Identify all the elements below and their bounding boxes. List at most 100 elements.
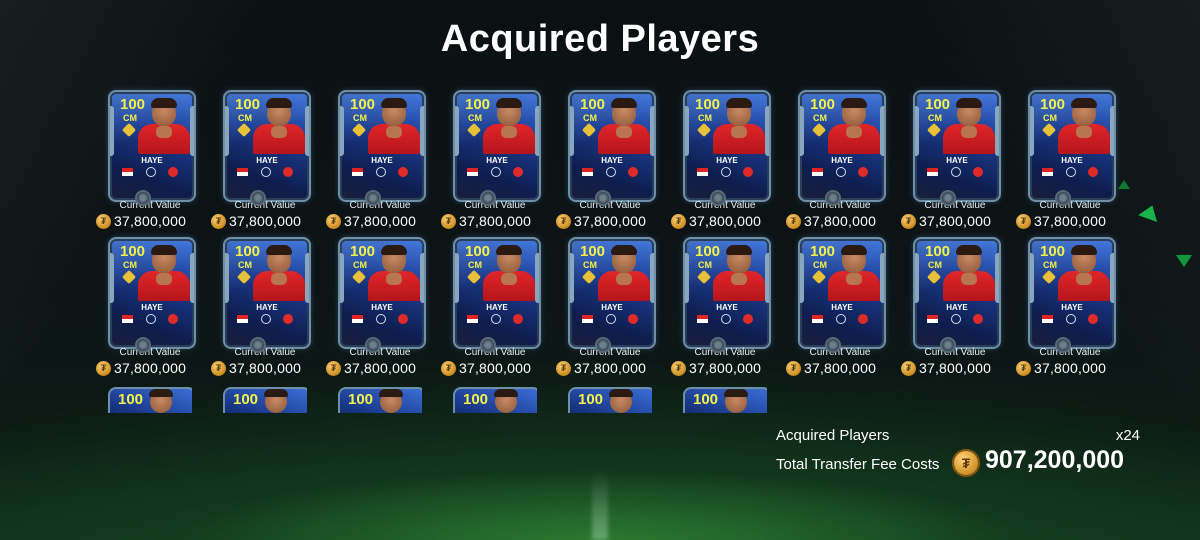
player-position: CM bbox=[468, 113, 482, 123]
player-rating: 100 bbox=[693, 391, 719, 408]
league-icon bbox=[1066, 314, 1076, 324]
card-base-icon bbox=[365, 190, 381, 206]
player-card-item[interactable]: 100 CM HAYE Current Value ₮ 37,800,000 bbox=[211, 90, 323, 240]
player-card-partial[interactable]: 100 bbox=[568, 387, 652, 413]
coin-icon: ₮ bbox=[326, 360, 341, 376]
player-rating: 100 bbox=[350, 96, 376, 113]
flag-icon bbox=[467, 315, 478, 323]
player-card[interactable]: 100 CM HAYE bbox=[568, 90, 656, 202]
special-badge-icon bbox=[811, 269, 827, 285]
player-name: HAYE bbox=[371, 303, 393, 312]
club-badge-icon bbox=[743, 314, 753, 324]
league-icon bbox=[261, 167, 271, 177]
player-position: CM bbox=[928, 113, 942, 123]
player-card-item[interactable]: 100 CM HAYE Current Value ₮ 37,800,000 bbox=[441, 237, 553, 387]
player-name: HAYE bbox=[256, 156, 278, 165]
league-icon bbox=[721, 167, 731, 177]
player-rating: 100 bbox=[465, 243, 491, 260]
player-card-partial[interactable]: 100 bbox=[338, 387, 422, 413]
coin-icon: ₮ bbox=[96, 213, 111, 229]
player-rating: 100 bbox=[465, 96, 491, 113]
player-card[interactable]: 100 CM HAYE bbox=[798, 237, 886, 349]
player-card[interactable]: 100 CM HAYE bbox=[683, 237, 771, 349]
player-name: HAYE bbox=[601, 303, 623, 312]
club-badge-icon bbox=[628, 314, 638, 324]
player-name: HAYE bbox=[486, 156, 508, 165]
player-card[interactable]: 100 CM HAYE bbox=[338, 90, 426, 202]
card-base-icon bbox=[250, 190, 266, 206]
player-card-item[interactable]: 100 CM HAYE Current Value ₮ 37,800,000 bbox=[901, 90, 1013, 240]
player-name: HAYE bbox=[141, 303, 163, 312]
player-card-item[interactable]: 100 CM HAYE Current Value ₮ 37,800,000 bbox=[1016, 90, 1128, 240]
player-card-item[interactable]: 100 CM HAYE Current Value ₮ 37,800,000 bbox=[786, 237, 898, 387]
player-card-item[interactable]: 100 CM HAYE Current Value ₮ 37,800,000 bbox=[671, 237, 783, 387]
player-rating: 100 bbox=[233, 391, 259, 408]
player-card[interactable]: 100 CM HAYE bbox=[223, 237, 311, 349]
player-card[interactable]: 100 CM HAYE bbox=[683, 90, 771, 202]
player-card[interactable]: 100 CM HAYE bbox=[453, 237, 541, 349]
player-card-item[interactable]: 100 CM HAYE Current Value ₮ 37,800,000 bbox=[211, 237, 323, 387]
coin-icon: ₮ bbox=[901, 360, 916, 376]
card-base-icon bbox=[940, 337, 956, 353]
player-card[interactable]: 100 CM HAYE bbox=[913, 90, 1001, 202]
special-badge-icon bbox=[1041, 122, 1057, 138]
player-card-item[interactable]: 100 CM HAYE Current Value ₮ 37,800,000 bbox=[786, 90, 898, 240]
player-card-item[interactable]: 100 CM HAYE Current Value ₮ 37,800,000 bbox=[671, 90, 783, 240]
player-card-item[interactable]: 100 CM HAYE Current Value ₮ 37,800,000 bbox=[1016, 237, 1128, 387]
card-base-icon bbox=[1055, 337, 1071, 353]
player-position: CM bbox=[813, 260, 827, 270]
player-card[interactable]: 100 CM HAYE bbox=[108, 90, 196, 202]
player-card[interactable]: 100 CM HAYE bbox=[913, 237, 1001, 349]
player-card-partial[interactable]: 100 bbox=[683, 387, 767, 413]
flag-icon bbox=[582, 168, 593, 176]
player-rating: 100 bbox=[925, 243, 951, 260]
coin-icon: ₮ bbox=[901, 213, 916, 229]
player-name: HAYE bbox=[946, 303, 968, 312]
league-icon bbox=[376, 167, 386, 177]
player-card-partial[interactable]: 100 bbox=[223, 387, 307, 413]
coin-icon: ₮ bbox=[211, 360, 226, 376]
league-icon bbox=[836, 167, 846, 177]
player-card[interactable]: 100 CM HAYE bbox=[1028, 237, 1116, 349]
club-badge-icon bbox=[283, 314, 293, 324]
player-card-partial[interactable]: 100 bbox=[453, 387, 537, 413]
player-card[interactable]: 100 CM HAYE bbox=[223, 90, 311, 202]
player-card-item[interactable]: 100 CM HAYE Current Value ₮ 37,800,000 bbox=[441, 90, 553, 240]
player-position: CM bbox=[353, 260, 367, 270]
league-icon bbox=[261, 314, 271, 324]
club-badge-icon bbox=[1088, 167, 1098, 177]
player-card-item[interactable]: 100 CM HAYE Current Value ₮ 37,800,000 bbox=[556, 237, 668, 387]
club-badge-icon bbox=[1088, 314, 1098, 324]
club-badge-icon bbox=[398, 167, 408, 177]
player-card[interactable]: 100 CM HAYE bbox=[1028, 90, 1116, 202]
flag-icon bbox=[927, 168, 938, 176]
card-base-icon bbox=[135, 190, 151, 206]
player-card[interactable]: 100 CM HAYE bbox=[453, 90, 541, 202]
flag-icon bbox=[237, 315, 248, 323]
player-card-item[interactable]: 100 CM HAYE Current Value ₮ 37,800,000 bbox=[556, 90, 668, 240]
player-position: CM bbox=[813, 113, 827, 123]
player-card[interactable]: 100 CM HAYE bbox=[338, 237, 426, 349]
special-badge-icon bbox=[121, 269, 137, 285]
special-badge-icon bbox=[121, 122, 137, 138]
league-icon bbox=[491, 314, 501, 324]
card-base-icon bbox=[825, 337, 841, 353]
player-rating: 100 bbox=[118, 391, 144, 408]
player-card-item[interactable]: 100 CM HAYE Current Value ₮ 37,800,000 bbox=[901, 237, 1013, 387]
player-card-item[interactable]: 100 CM HAYE Current Value ₮ 37,800,000 bbox=[326, 90, 438, 240]
player-name: HAYE bbox=[371, 156, 393, 165]
player-card-item[interactable]: 100 CM HAYE Current Value ₮ 37,800,000 bbox=[96, 237, 208, 387]
player-card-partial[interactable]: 100 bbox=[108, 387, 192, 413]
club-badge-icon bbox=[973, 167, 983, 177]
player-rating: 100 bbox=[120, 96, 146, 113]
flag-icon bbox=[1042, 168, 1053, 176]
player-card-item[interactable]: 100 CM HAYE Current Value ₮ 37,800,000 bbox=[326, 237, 438, 387]
player-name: HAYE bbox=[716, 303, 738, 312]
player-card-item[interactable]: 100 CM HAYE Current Value ₮ 37,800,000 bbox=[96, 90, 208, 240]
player-card[interactable]: 100 CM HAYE bbox=[568, 237, 656, 349]
player-rating: 100 bbox=[925, 96, 951, 113]
current-value: 37,800,000 bbox=[689, 360, 762, 376]
player-card[interactable]: 100 CM HAYE bbox=[108, 237, 196, 349]
current-value: 37,800,000 bbox=[459, 213, 532, 229]
player-card[interactable]: 100 CM HAYE bbox=[798, 90, 886, 202]
